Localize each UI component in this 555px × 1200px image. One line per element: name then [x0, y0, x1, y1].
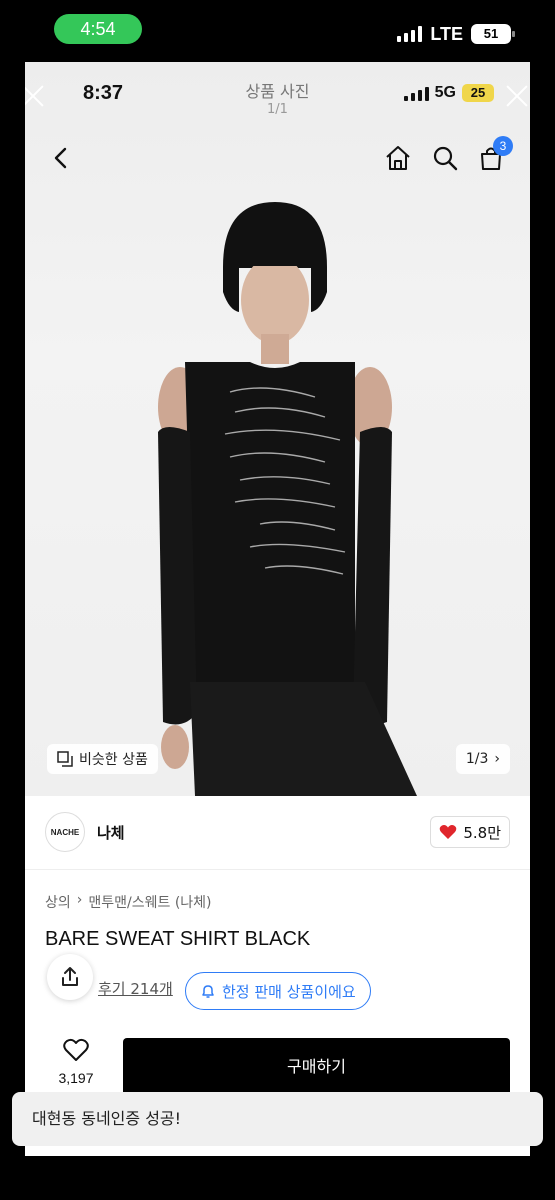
breadcrumb-subcategory[interactable]: 맨투맨/스웨트 (나체): [88, 892, 211, 912]
home-icon[interactable]: [382, 142, 414, 174]
outer-status-bar: 4:54 LTE 51: [0, 0, 555, 62]
brand-row[interactable]: NACHE 나체 5.8만: [25, 796, 530, 870]
image-pager[interactable]: 1/3 ›: [455, 744, 510, 774]
brand-like-button[interactable]: 5.8만: [430, 816, 510, 848]
cart-icon[interactable]: 3: [475, 136, 513, 174]
call-time-pill[interactable]: 4:54: [54, 14, 142, 44]
search-icon[interactable]: [429, 142, 461, 174]
network-label: 5G: [434, 84, 456, 101]
viewer-count: 1/1: [267, 102, 288, 117]
heart-outline-icon: [63, 1038, 89, 1061]
signal-icon: [397, 26, 423, 42]
outer-status-right: LTE 51: [397, 20, 515, 48]
limited-sale-badge[interactable]: 한정 판매 상품이에요: [185, 972, 371, 1010]
similar-products-button[interactable]: 비슷한 상품: [47, 744, 158, 774]
review-count-link[interactable]: 후기 214개: [98, 978, 173, 999]
buy-button[interactable]: 구매하기: [123, 1038, 510, 1096]
image-pager-label: 1/3: [465, 751, 489, 767]
inner-status-right: 5G 25: [403, 84, 494, 102]
product-nav-bar: 3: [25, 136, 530, 178]
brand-logo[interactable]: NACHE: [45, 812, 85, 852]
inner-status-bar: 8:37 상품 사진 1/1 5G 25: [25, 62, 530, 124]
back-icon[interactable]: [45, 142, 77, 174]
breadcrumb-category[interactable]: 상의: [45, 892, 71, 912]
signal-icon: [403, 85, 429, 101]
screenshot-viewer: 8:37 상품 사진 1/1 5G 25 3 비슷한 상품 1/3 › NACH…: [25, 62, 530, 1156]
breadcrumb: 상의 › 맨투맨/스웨트 (나체): [45, 892, 212, 912]
toast-message: 대현동 동네인증 성공!: [12, 1092, 543, 1146]
share-button[interactable]: [47, 954, 93, 1000]
battery-icon: 51: [471, 24, 515, 44]
heart-filled-icon: [440, 825, 457, 839]
chevron-right-icon: ›: [76, 892, 83, 908]
wishlist-button[interactable]: 3,197: [51, 1038, 101, 1086]
bell-icon: [202, 985, 214, 998]
wishlist-count: 3,197: [58, 1070, 94, 1086]
product-title: BARE SWEAT SHIRT BLACK: [45, 928, 311, 950]
close-icon[interactable]: [503, 82, 530, 110]
brand-name[interactable]: 나체: [97, 822, 125, 843]
share-icon: [62, 967, 78, 986]
battery-icon: 25: [462, 84, 494, 102]
limited-sale-label: 한정 판매 상품이에요: [222, 982, 356, 1001]
brand-like-count: 5.8만: [463, 823, 501, 842]
outer-bottom-area: [0, 1156, 555, 1200]
copy-icon: [57, 751, 73, 767]
network-label: LTE: [430, 23, 463, 44]
chevron-right-icon: ›: [494, 751, 500, 767]
cart-badge: 3: [493, 136, 513, 156]
similar-products-label: 비슷한 상품: [79, 752, 148, 768]
